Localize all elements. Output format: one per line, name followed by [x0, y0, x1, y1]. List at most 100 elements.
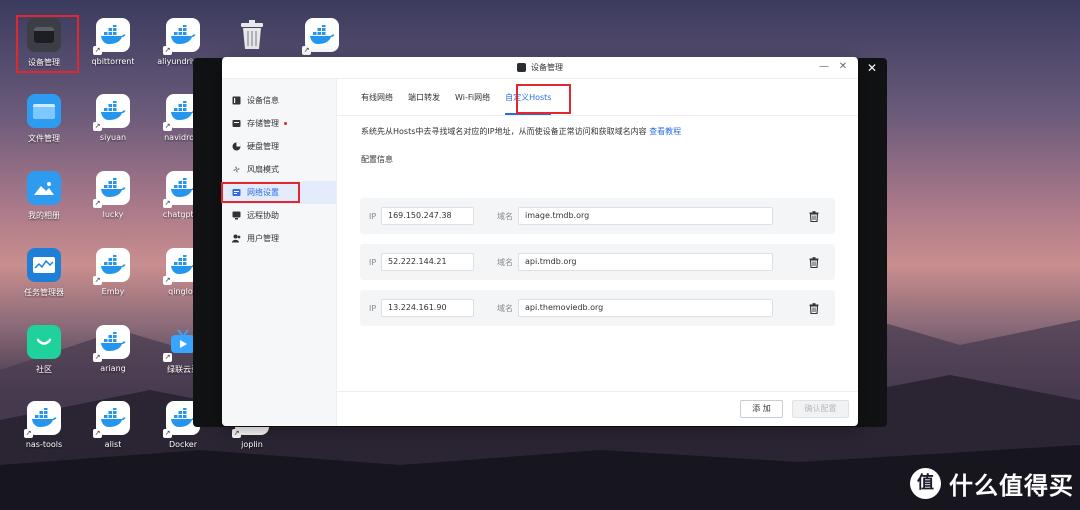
remote-icon — [232, 211, 241, 220]
desktop-icon-label: siyuan — [99, 133, 127, 142]
docker-icon — [93, 94, 130, 131]
delete-icon[interactable] — [808, 302, 820, 314]
desktop-icon[interactable]: alist — [77, 401, 149, 469]
ip-input[interactable]: 169.150.247.38 — [381, 207, 474, 225]
sidebar-item-label: 设备信息 — [247, 96, 279, 105]
docker-icon — [93, 325, 130, 362]
desktop-icon-label: 任务管理器 — [24, 288, 64, 297]
domain-input[interactable]: api.themoviedb.org — [518, 299, 773, 317]
dialog-title: 设备管理 — [531, 63, 563, 72]
dialog-footer: 添 加 确认配置 — [337, 391, 858, 426]
settings-sidebar: 设备信息 存储管理 硬盘管理 风扇模式 网络设置 远程协助 用户管理 — [222, 79, 337, 426]
photos-icon — [27, 171, 61, 205]
desktop-icon-label: joplin — [241, 440, 263, 449]
docker-icon — [163, 18, 200, 55]
tutorial-link[interactable]: 查看教程 — [649, 127, 681, 136]
desktop-icon[interactable]: siyuan — [77, 94, 149, 162]
desktop-icon-label: nas-tools — [25, 440, 63, 449]
host-row: IP 52.222.144.21 域名 api.tmdb.org — [360, 244, 835, 280]
host-row: IP 169.150.247.38 域名 image.tmdb.org — [360, 198, 835, 234]
docker-icon — [93, 171, 130, 208]
host-row: IP 13.224.161.90 域名 api.themoviedb.org — [360, 290, 835, 326]
desktop-icon[interactable]: 社区 — [8, 325, 80, 393]
delete-icon[interactable] — [808, 256, 820, 268]
desktop-icon[interactable]: 任务管理器 — [8, 248, 80, 316]
domain-input[interactable]: api.tmdb.org — [518, 253, 773, 271]
ip-label: IP — [369, 211, 377, 221]
sidebar-item[interactable]: 硬盘管理 — [222, 135, 336, 158]
desktop-icon-label: lucky — [102, 210, 124, 219]
task-manager-icon — [27, 248, 61, 282]
storage-icon — [232, 119, 241, 128]
desktop-icon[interactable]: 文件管理 — [8, 94, 80, 162]
folder-icon — [27, 94, 61, 128]
sidebar-item-label: 风扇模式 — [247, 165, 279, 174]
main-content: 有线网络 端口转发 Wi-Fi网络 自定义Hosts 系统先从Hosts中去寻找域名对… — [337, 79, 858, 426]
sidebar-item[interactable]: 远程协助 — [222, 204, 336, 227]
desktop-icon[interactable]: 我的相册 — [8, 171, 80, 239]
docker-icon — [24, 401, 61, 438]
fan-icon — [232, 165, 241, 174]
desktop-icon[interactable]: qbittorrent — [77, 18, 149, 86]
trash-icon — [235, 18, 269, 52]
minimize-icon[interactable]: — — [817, 60, 831, 74]
ip-label: IP — [369, 257, 377, 267]
sidebar-item[interactable]: 用户管理 — [222, 227, 336, 250]
watermark: 值 什么值得买 — [910, 466, 1074, 501]
delete-icon[interactable] — [808, 210, 820, 222]
desktop-icon[interactable]: lucky — [77, 171, 149, 239]
desktop-icon-label: 我的相册 — [28, 211, 60, 220]
description-text: 系统先从Hosts中去寻找域名对应的IP地址，从而使设备正常访问和获取域名内容 — [361, 127, 647, 136]
notification-dot — [284, 122, 287, 125]
domain-label: 域名 — [497, 303, 513, 313]
docker-icon — [302, 18, 339, 55]
hosts-list: IP 169.150.247.38 域名 image.tmdb.org IP 52.222… — [360, 198, 835, 336]
community-icon — [27, 325, 61, 359]
add-button[interactable]: 添 加 — [740, 400, 783, 418]
watermark-logo: 值 — [910, 468, 941, 499]
disk-icon — [232, 142, 241, 151]
sidebar-item-label: 硬盘管理 — [247, 142, 279, 151]
sidebar-item[interactable]: 存储管理 — [222, 112, 336, 135]
hosts-description: 系统先从Hosts中去寻找域名对应的IP地址，从而使设备正常访问和获取域名内容 … — [361, 126, 858, 137]
desktop-icon[interactable]: Emby — [77, 248, 149, 316]
sidebar-item[interactable]: 设备信息 — [222, 89, 336, 112]
ip-label: IP — [369, 303, 377, 313]
device-app-icon — [517, 63, 526, 72]
sidebar-item-label: 存储管理 — [247, 119, 279, 128]
desktop-icon-label: 社区 — [36, 365, 52, 374]
users-icon — [232, 234, 241, 243]
confirm-config-button[interactable]: 确认配置 — [792, 400, 849, 418]
desktop-icon-label: ariang — [100, 364, 126, 373]
desktop-icon[interactable]: nas-tools — [8, 401, 80, 469]
section-title: 配置信息 — [361, 155, 393, 164]
ip-input[interactable]: 52.222.144.21 — [381, 253, 474, 271]
desktop-icon-label: qbittorrent — [91, 57, 135, 66]
desktop-icon-label: Docker — [168, 440, 197, 449]
desktop-icon-label: alist — [104, 440, 122, 449]
tab[interactable]: Wi-Fi网络 — [455, 92, 490, 115]
backdrop-close-icon[interactable]: ✕ — [864, 60, 880, 76]
desktop-selection-highlight — [16, 15, 79, 73]
sidebar-item-label: 用户管理 — [247, 234, 279, 243]
domain-input[interactable]: image.tmdb.org — [518, 207, 773, 225]
tab-selection-highlight — [516, 84, 571, 114]
tab-bar: 有线网络 端口转发 Wi-Fi网络 自定义Hosts — [337, 79, 858, 116]
domain-label: 域名 — [497, 257, 513, 267]
docker-icon — [93, 248, 130, 285]
sidebar-item[interactable]: 风扇模式 — [222, 158, 336, 181]
close-icon[interactable]: ✕ — [836, 60, 850, 74]
sidebar-item-label: 远程协助 — [247, 211, 279, 220]
tab[interactable]: 端口转发 — [408, 92, 440, 115]
dialog-titlebar: 设备管理 — ✕ — [222, 57, 858, 79]
ip-input[interactable]: 13.224.161.90 — [381, 299, 474, 317]
docker-icon — [93, 18, 130, 55]
sidebar-selection-highlight — [221, 182, 300, 203]
desktop-icon-label: 文件管理 — [28, 134, 60, 143]
domain-label: 域名 — [497, 211, 513, 221]
info-icon — [232, 96, 241, 105]
tab[interactable]: 有线网络 — [361, 92, 393, 115]
desktop-icon[interactable]: ariang — [77, 325, 149, 393]
watermark-text: 什么值得买 — [949, 472, 1074, 500]
desktop-icon-label: Emby — [101, 287, 125, 296]
